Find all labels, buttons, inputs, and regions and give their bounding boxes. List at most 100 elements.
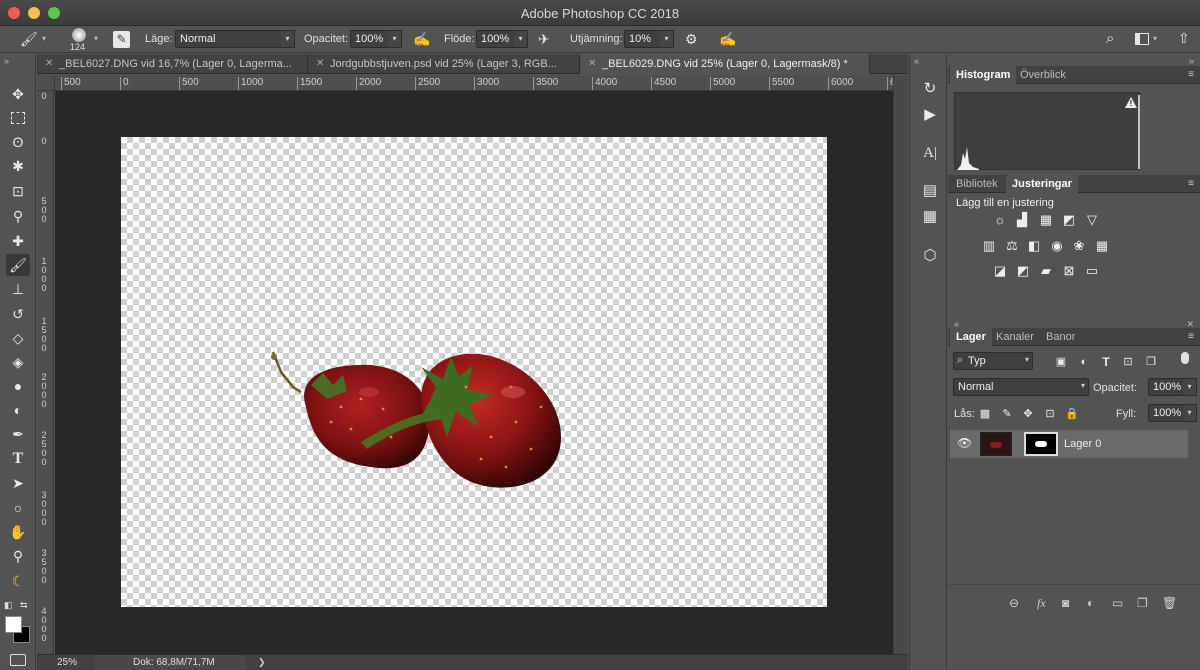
filter-toggle[interactable] xyxy=(1181,352,1189,364)
brush-settings-panel-icon[interactable]: ✎ xyxy=(113,31,130,48)
chevron-down-icon[interactable]: ▾ xyxy=(1183,404,1197,422)
add-mask-icon[interactable]: ◙ xyxy=(1062,596,1069,610)
zoom-level[interactable]: 25% xyxy=(57,657,77,668)
lock-pixels-icon[interactable]: ✎ xyxy=(999,406,1015,422)
eraser-tool-icon[interactable]: ◇ xyxy=(6,327,30,349)
eyedropper-tool-icon[interactable]: ⚲ xyxy=(6,205,30,227)
chevron-down-icon[interactable]: ▾ xyxy=(42,35,46,43)
lock-transparent-icon[interactable]: ▩ xyxy=(977,406,993,422)
flow-input[interactable]: 100% xyxy=(476,30,515,48)
lock-all-icon[interactable]: 🔒 xyxy=(1064,406,1080,422)
exposure-icon[interactable]: ◩ xyxy=(1061,212,1077,228)
foreground-color-swatch[interactable] xyxy=(5,616,22,633)
pressure-opacity-icon[interactable]: ✍ xyxy=(413,32,430,46)
search-icon[interactable]: ⌕ xyxy=(1106,31,1114,46)
brush-tip-icon[interactable] xyxy=(72,28,86,42)
3d-panel-icon[interactable]: ⬡ xyxy=(919,245,941,267)
swap-colors-icon[interactable]: ⇆ xyxy=(20,600,28,611)
tab-overview[interactable]: Överblick xyxy=(1014,66,1072,84)
panel-menu-icon[interactable]: ≡ xyxy=(1188,69,1194,80)
chevron-down-icon[interactable]: ▾ xyxy=(660,30,674,48)
airbrush-icon[interactable]: ✈ xyxy=(538,32,550,46)
close-icon[interactable]: ✕ xyxy=(316,58,324,69)
filter-pixel-icon[interactable]: ▣ xyxy=(1053,354,1069,370)
panel-menu-icon[interactable]: ≡ xyxy=(1188,178,1194,189)
dodge-tool-icon[interactable]: ◐ xyxy=(6,399,30,421)
layer-mask-thumbnail[interactable] xyxy=(1024,432,1058,456)
fill-input[interactable]: 100% xyxy=(1148,404,1184,422)
brush-tool-preset-icon[interactable]: 🖌 xyxy=(20,32,38,46)
hue-saturation-icon[interactable]: ▥ xyxy=(981,238,997,254)
curves-icon[interactable]: ▦ xyxy=(1038,212,1054,228)
trash-icon[interactable]: 🗑 xyxy=(1162,596,1177,610)
notes-panel-icon[interactable]: ▦ xyxy=(919,206,941,228)
posterize-icon[interactable]: ◩ xyxy=(1015,263,1031,279)
blend-mode-select[interactable]: Normal ▾ xyxy=(953,378,1089,396)
brush-tool-icon[interactable]: 🖌 xyxy=(6,254,30,276)
banana-icon[interactable]: ☾ xyxy=(6,570,30,592)
pen-tool-icon[interactable]: ✒ xyxy=(6,423,30,445)
screen-mode-icon[interactable] xyxy=(10,654,26,666)
crop-tool-icon[interactable]: ⊡ xyxy=(6,180,30,202)
threshold-icon[interactable]: ▰ xyxy=(1038,263,1054,279)
gear-icon[interactable]: ⚙ xyxy=(685,32,698,46)
brightness-contrast-icon[interactable]: ☼ xyxy=(992,212,1008,228)
tab-histogram[interactable]: Histogram xyxy=(950,66,1017,84)
invert-icon[interactable]: ◪ xyxy=(992,263,1008,279)
filter-smart-object-icon[interactable]: ❐ xyxy=(1143,354,1159,370)
smoothing-input[interactable]: 10% xyxy=(624,30,661,48)
lasso-tool-icon[interactable]: ʘ xyxy=(6,131,30,153)
selective-color-icon[interactable]: ⊠ xyxy=(1061,263,1077,279)
layer-opacity-input[interactable]: 100% xyxy=(1148,378,1184,396)
tab-paths[interactable]: Banor xyxy=(1040,328,1081,346)
status-menu-arrow-icon[interactable]: ❯ xyxy=(258,657,266,668)
color-lookup-icon[interactable]: ▦ xyxy=(1094,238,1110,254)
paragraph-panel-icon[interactable]: ▤ xyxy=(919,180,941,202)
close-icon[interactable]: ✕ xyxy=(588,58,596,69)
tab-jordgubbstjuven[interactable]: ✕ Jordgubbstjuven.psd vid 25% (Lager 3, R… xyxy=(308,54,580,74)
layer-effects-icon[interactable]: fx xyxy=(1037,596,1046,611)
paint-bucket-tool-icon[interactable]: ◈ xyxy=(6,351,30,373)
filter-type-icon[interactable]: T xyxy=(1098,354,1114,370)
tab-channels[interactable]: Kanaler xyxy=(990,328,1040,346)
tab-bel6029[interactable]: ✕ _BEL6029.DNG vid 25% (Lager 0, Lagermas… xyxy=(580,54,870,74)
magic-wand-tool-icon[interactable]: ✱ xyxy=(6,155,30,177)
pressure-size-icon[interactable]: ✍ xyxy=(719,32,736,46)
layer-name[interactable]: Lager 0 xyxy=(1064,438,1101,450)
chevron-down-icon[interactable]: ▾ xyxy=(1183,378,1197,396)
blur-tool-icon[interactable]: ● xyxy=(6,375,30,397)
hand-tool-icon[interactable]: ✋ xyxy=(6,521,30,543)
type-tool-icon[interactable]: T xyxy=(6,448,30,470)
channel-mixer-icon[interactable]: ❀ xyxy=(1071,238,1087,254)
tab-layers[interactable]: Lager xyxy=(950,328,992,346)
path-selection-tool-icon[interactable]: ➤ xyxy=(6,472,30,494)
collapse-icon[interactable]: « xyxy=(914,56,919,66)
document-canvas[interactable] xyxy=(121,137,827,607)
opacity-input[interactable]: 100% xyxy=(350,30,389,48)
black-white-icon[interactable]: ◧ xyxy=(1026,238,1042,254)
filter-shape-icon[interactable]: ⊡ xyxy=(1120,354,1136,370)
history-brush-tool-icon[interactable]: ↺ xyxy=(6,303,30,325)
lock-position-icon[interactable]: ✥ xyxy=(1020,406,1036,422)
chevron-down-icon[interactable]: ▾ xyxy=(1153,35,1157,43)
workspace-icon[interactable] xyxy=(1135,33,1149,45)
tab-adjustments[interactable]: Justeringar xyxy=(1006,175,1078,193)
new-group-icon[interactable]: ▭ xyxy=(1112,596,1123,610)
chevron-down-icon[interactable]: ▾ xyxy=(388,30,402,48)
share-icon[interactable]: ⇧ xyxy=(1178,31,1190,45)
color-balance-icon[interactable]: ⚖ xyxy=(1004,238,1020,254)
vertical-ruler[interactable]: 0 0 5 0 0 1 0 0 0 1 5 0 0 2 0 0 0 2 5 0 … xyxy=(37,91,54,654)
new-adjustment-layer-icon[interactable]: ◐ xyxy=(1087,596,1094,610)
vibrance-icon[interactable]: ▽ xyxy=(1084,212,1100,228)
tab-bel6027[interactable]: ✕ _BEL6027.DNG vid 16,7% (Lager 0, Lagerm… xyxy=(37,54,308,74)
clone-stamp-tool-icon[interactable]: ⊥ xyxy=(6,278,30,300)
history-panel-icon[interactable]: ↻ xyxy=(919,78,941,100)
lock-artboard-icon[interactable]: ⊡ xyxy=(1042,406,1058,422)
ellipse-tool-icon[interactable]: ○ xyxy=(6,497,30,519)
move-tool-icon[interactable]: ✥ xyxy=(6,83,30,105)
chevron-down-icon[interactable]: ▾ xyxy=(281,30,295,48)
layer-filter-select[interactable]: ⌕ Typ ▾ xyxy=(953,352,1033,370)
panel-menu-icon[interactable]: ≡ xyxy=(1188,331,1194,342)
horizontal-ruler[interactable]: 500 0 500 1000 1500 2000 2500 3000 3500 … xyxy=(55,75,893,91)
zoom-tool-icon[interactable]: ⚲ xyxy=(6,545,30,567)
